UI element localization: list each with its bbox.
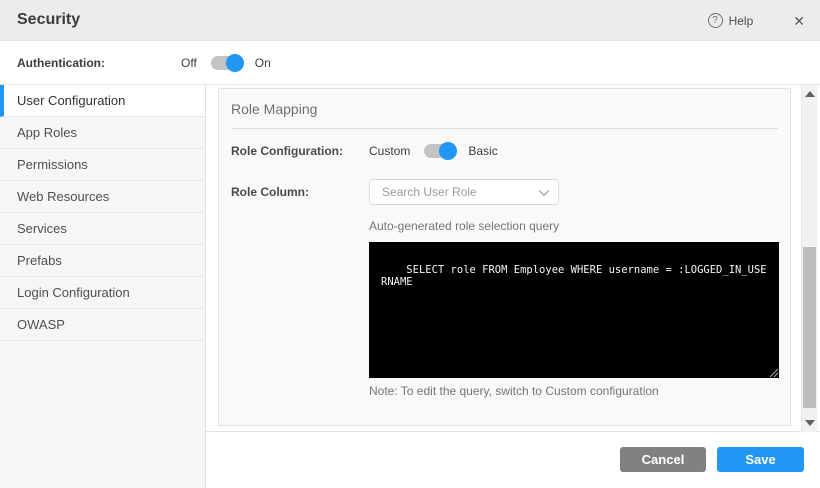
sidebar-item-services[interactable]: Services bbox=[0, 213, 205, 245]
page-title: Security bbox=[17, 11, 80, 29]
toggle-knob bbox=[439, 142, 457, 160]
help-label: Help bbox=[729, 14, 754, 28]
authentication-label: Authentication: bbox=[17, 56, 105, 70]
sidebar-item-app-roles[interactable]: App Roles bbox=[0, 117, 205, 149]
sidebar-item-user-configuration[interactable]: User Configuration bbox=[0, 85, 205, 117]
role-mapping-panel: Role Mapping Role Configuration: Custom … bbox=[218, 88, 791, 426]
authentication-toggle[interactable] bbox=[211, 56, 241, 70]
close-icon[interactable]: ✕ bbox=[793, 14, 805, 28]
panel-title: Role Mapping bbox=[219, 89, 790, 128]
sidebar-item-prefabs[interactable]: Prefabs bbox=[0, 245, 205, 277]
authentication-off-label: Off bbox=[181, 56, 197, 70]
role-configuration-toggle[interactable] bbox=[424, 144, 454, 158]
role-configuration-basic-label: Basic bbox=[468, 144, 497, 158]
cancel-button[interactable]: Cancel bbox=[620, 447, 706, 472]
scrollbar-up-arrow-icon[interactable] bbox=[805, 91, 815, 97]
query-caption: Auto-generated role selection query bbox=[369, 219, 559, 233]
sidebar-item-web-resources[interactable]: Web Resources bbox=[0, 181, 205, 213]
role-configuration-custom-label: Custom bbox=[369, 144, 410, 158]
role-column-placeholder: Search User Role bbox=[382, 185, 477, 199]
window-header: Security ? Help ✕ bbox=[0, 0, 820, 41]
help-icon: ? bbox=[708, 13, 723, 28]
resize-grip-icon[interactable] bbox=[768, 367, 778, 377]
sidebar-item-owasp[interactable]: OWASP bbox=[0, 309, 205, 341]
scrollbar-down-arrow-icon[interactable] bbox=[805, 420, 815, 426]
query-note: Note: To edit the query, switch to Custo… bbox=[369, 384, 659, 398]
chevron-down-icon bbox=[539, 186, 549, 196]
role-column-row: Role Column: Search User Role bbox=[231, 179, 559, 205]
role-column-select[interactable]: Search User Role bbox=[369, 179, 559, 205]
role-column-label: Role Column: bbox=[231, 185, 369, 199]
save-button[interactable]: Save bbox=[717, 447, 804, 472]
authentication-row: Authentication: Off On bbox=[0, 41, 820, 85]
header-actions: ? Help ✕ bbox=[708, 0, 805, 41]
help-button[interactable]: ? Help bbox=[708, 13, 754, 28]
query-textarea[interactable]: SELECT role FROM Employee WHERE username… bbox=[369, 242, 779, 378]
toggle-knob bbox=[226, 54, 244, 72]
scrollbar-thumb[interactable] bbox=[803, 247, 816, 408]
sidebar-item-login-configuration[interactable]: Login Configuration bbox=[0, 277, 205, 309]
footer-divider bbox=[206, 431, 820, 432]
sidebar-item-permissions[interactable]: Permissions bbox=[0, 149, 205, 181]
query-sql-text: SELECT role FROM Employee WHERE username… bbox=[381, 264, 767, 288]
vertical-scrollbar[interactable] bbox=[801, 85, 817, 432]
panel-title-divider bbox=[231, 128, 778, 129]
role-configuration-row: Role Configuration: Custom Basic bbox=[231, 139, 498, 163]
role-configuration-label: Role Configuration: bbox=[231, 144, 369, 158]
sidebar: User Configuration App Roles Permissions… bbox=[0, 85, 206, 488]
authentication-on-label: On bbox=[255, 56, 271, 70]
